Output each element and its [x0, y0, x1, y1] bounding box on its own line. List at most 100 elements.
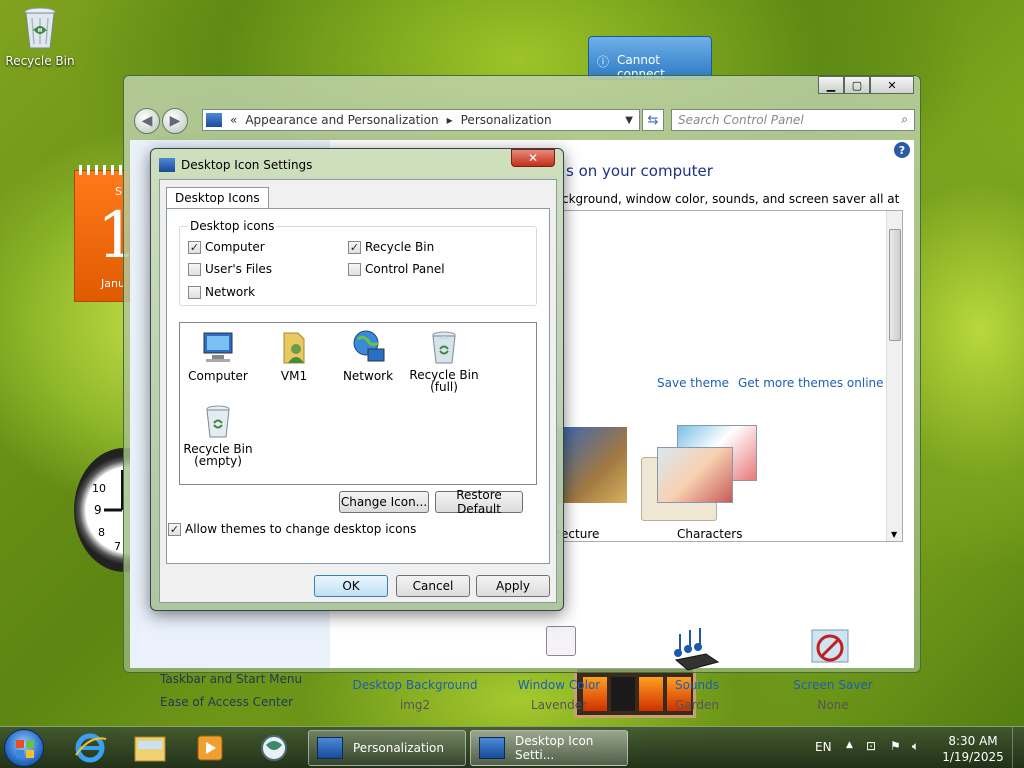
- checkbox-control-panel[interactable]: Control Panel: [348, 262, 445, 276]
- language-indicator[interactable]: EN: [815, 740, 832, 754]
- window-controls: ▁ ▢ ✕: [818, 76, 914, 94]
- window-color-value: Lavender: [530, 698, 588, 712]
- apply-button[interactable]: Apply: [476, 575, 550, 597]
- scrollbar-thumb[interactable]: [889, 229, 901, 341]
- checkbox-computer-label: Computer: [205, 240, 265, 254]
- recycle-bin-empty-icon: [200, 403, 236, 439]
- help-button[interactable]: ?: [894, 142, 910, 158]
- recycle-bin-full-icon: [426, 329, 462, 365]
- sidebar-link-ease-of-access[interactable]: Ease of Access Center: [160, 695, 293, 709]
- refresh-icon: ⇆: [647, 112, 659, 128]
- chevron-down-icon[interactable]: ▼: [625, 115, 633, 126]
- close-button[interactable]: ✕: [870, 76, 914, 94]
- taskbar-item-personalization-label: Personalization: [353, 741, 444, 755]
- desktop-icon-recycle-bin[interactable]: Recycle Bin: [4, 6, 76, 68]
- arrow-left-icon: ◀: [141, 113, 153, 129]
- start-button[interactable]: [4, 729, 44, 767]
- calendar-weekday: S: [115, 185, 122, 198]
- pinned-file-explorer[interactable]: [132, 731, 168, 765]
- pinned-media-player[interactable]: [192, 731, 228, 765]
- forward-button[interactable]: ▶: [162, 108, 188, 134]
- maximize-button[interactable]: ▢: [844, 76, 870, 94]
- minimize-button[interactable]: ▁: [818, 76, 844, 94]
- sounds-label[interactable]: Sounds: [632, 678, 762, 692]
- checkmark-icon: ✓: [188, 240, 201, 254]
- change-icon-button[interactable]: Change Icon...: [339, 491, 429, 513]
- checkmark-icon: ✓: [348, 240, 361, 254]
- checkbox-computer[interactable]: ✓ Computer: [188, 240, 265, 254]
- calendar-gadget[interactable]: S 1 Janu: [74, 165, 138, 302]
- icon-list[interactable]: Computer VM1 Network Recycle Bin (full) …: [179, 322, 537, 485]
- breadcrumb-chevron[interactable]: «: [230, 113, 237, 127]
- minimize-icon: ▁: [826, 78, 836, 92]
- scroll-down-icon[interactable]: ▼: [891, 530, 897, 539]
- notification-balloon[interactable]: ⓘ Cannot connect: [588, 36, 712, 81]
- clock[interactable]: 8:30 AM 1/19/2025: [940, 733, 1006, 765]
- network-tray-icon[interactable]: ⊡: [866, 739, 876, 753]
- tab-desktop-icons[interactable]: Desktop Icons: [166, 187, 269, 209]
- clock-date: 1/19/2025: [942, 750, 1004, 764]
- icon-item-recycle-bin-full[interactable]: Recycle Bin (full): [406, 329, 482, 393]
- address-bar[interactable]: « Appearance and Personalization ▸ Perso…: [202, 109, 640, 131]
- checkbox-allow-themes[interactable]: ✓ Allow themes to change desktop icons: [167, 522, 416, 536]
- page-title: s on your computer: [566, 162, 713, 180]
- icon-item-network[interactable]: Network: [330, 329, 406, 383]
- taskbar-item-desktop-icon-settings[interactable]: Desktop Icon Setti...: [470, 730, 628, 766]
- window-color-label[interactable]: Window Color: [494, 678, 624, 692]
- get-more-themes-link[interactable]: Get more themes online: [738, 376, 884, 390]
- internet-explorer-icon: [75, 733, 107, 763]
- control-panel-icon: [159, 158, 175, 172]
- window-color-item[interactable]: Window Color Lavender: [494, 626, 624, 712]
- taskbar-item-personalization[interactable]: Personalization: [308, 730, 466, 766]
- theme-characters-label: Characters: [677, 527, 743, 541]
- checkbox-recycle-bin[interactable]: ✓ Recycle Bin: [348, 240, 434, 254]
- action-center-flag-icon[interactable]: ⚑: [890, 739, 901, 753]
- icon-item-vm1[interactable]: VM1: [256, 329, 332, 383]
- folder-icon: [134, 736, 166, 762]
- control-panel-icon: [317, 737, 343, 759]
- theme-list-scrollbar[interactable]: ▼: [886, 211, 902, 541]
- volume-icon[interactable]: 🔈︎: [912, 739, 919, 754]
- show-hidden-icons-button[interactable]: ▲: [846, 740, 853, 750]
- show-desktop-button[interactable]: [1012, 727, 1024, 768]
- screen-saver-value: None: [817, 698, 849, 712]
- back-button[interactable]: ◀: [134, 108, 160, 134]
- group-title: Desktop icons: [188, 219, 277, 233]
- globe-icon: [261, 735, 287, 761]
- desktop-icons-group: Desktop icons ✓ Computer ✓ Recycle Bin U…: [179, 219, 537, 306]
- checkbox-recycle-bin-label: Recycle Bin: [365, 240, 435, 254]
- breadcrumb-separator-icon[interactable]: ▸: [447, 113, 453, 127]
- breadcrumb-item-appearance[interactable]: Appearance and Personalization: [245, 113, 438, 127]
- desktop-icon-settings-dialog[interactable]: Desktop Icon Settings ✕ Desktop Icons De…: [150, 148, 564, 611]
- wallpaper-icon: [350, 626, 480, 678]
- dialog-close-button[interactable]: ✕: [511, 149, 555, 167]
- pinned-app[interactable]: [256, 731, 292, 765]
- screen-saver-label[interactable]: Screen Saver: [768, 678, 898, 692]
- checkbox-users-files[interactable]: User's Files: [188, 262, 272, 276]
- sidebar-link-taskbar[interactable]: Taskbar and Start Menu: [160, 672, 302, 686]
- search-input[interactable]: Search Control Panel ⌕: [671, 109, 915, 131]
- checkbox-network[interactable]: Network: [188, 285, 255, 299]
- breadcrumb-item-personalization[interactable]: Personalization: [461, 113, 552, 127]
- no-symbol-icon: [768, 626, 898, 678]
- desktop-background-label[interactable]: Desktop Background: [350, 678, 480, 692]
- screen-saver-item[interactable]: Screen Saver None: [768, 626, 898, 712]
- icon-item-computer[interactable]: Computer: [180, 329, 256, 383]
- sounds-item[interactable]: Sounds Garden: [632, 626, 762, 712]
- pinned-internet-explorer[interactable]: [72, 731, 108, 765]
- save-theme-link[interactable]: Save theme: [657, 376, 729, 390]
- refresh-button[interactable]: ⇆: [642, 109, 664, 131]
- cancel-button[interactable]: Cancel: [396, 575, 470, 597]
- restore-default-button[interactable]: Restore Default: [435, 488, 523, 516]
- info-icon: ⓘ: [597, 55, 610, 69]
- close-icon: ✕: [527, 151, 539, 165]
- theme-architecture-thumbnail[interactable]: [557, 427, 627, 503]
- checkbox-network-label: Network: [205, 285, 256, 299]
- calendar-month: Janu: [101, 277, 125, 290]
- help-icon: ?: [898, 143, 906, 157]
- checkmark-icon: ✓: [168, 522, 181, 536]
- desktop-background-item[interactable]: Desktop Background img2: [350, 626, 480, 712]
- search-icon[interactable]: ⌕: [901, 112, 908, 127]
- ok-button[interactable]: OK: [314, 575, 388, 597]
- icon-item-recycle-bin-empty[interactable]: Recycle Bin (empty): [180, 403, 256, 467]
